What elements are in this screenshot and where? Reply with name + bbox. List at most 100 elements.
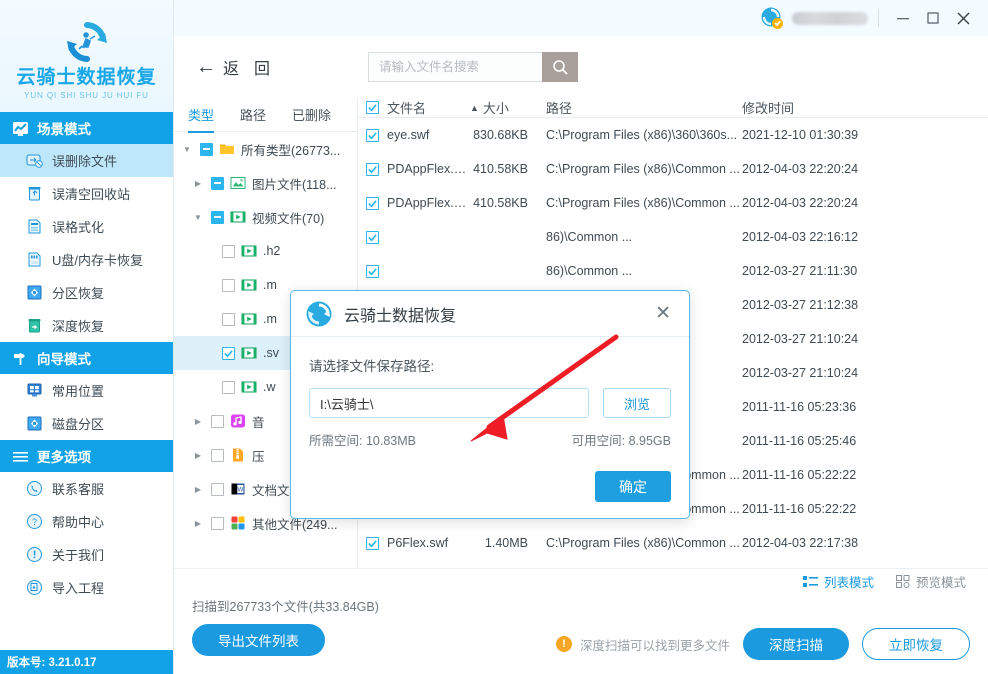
file-row[interactable]: eye.swf 830.68KB C:\Program Files (x86)\36…: [358, 118, 988, 152]
preview-mode-button[interactable]: 预览模式: [895, 572, 966, 591]
maximize-button[interactable]: [918, 3, 948, 33]
preview-mode-label: 预览模式: [915, 576, 966, 590]
sidebar-item-contact-support[interactable]: 联系客服: [0, 472, 173, 505]
recover-now-button[interactable]: 立即恢复: [862, 628, 970, 660]
file-size-cell: 830.68KB: [473, 128, 528, 142]
row-checkbox[interactable]: [366, 264, 379, 278]
video-icon: [241, 277, 257, 293]
row-checkbox[interactable]: [222, 380, 235, 394]
wizard-icon: [14, 352, 25, 365]
file-path-cell: 86)\Common ...: [546, 230, 633, 244]
tree-header-path[interactable]: 路径: [240, 105, 266, 124]
file-row[interactable]: 86)\Common ... 2012-04-03 22:16:12: [358, 220, 988, 254]
tree-header-type[interactable]: 类型: [188, 105, 215, 133]
sidebar-section-title: 场景模式: [37, 122, 91, 137]
dialog-close-button[interactable]: ✕: [649, 300, 677, 327]
row-checkbox[interactable]: [200, 142, 213, 156]
tree-twisty[interactable]: ▶: [191, 485, 205, 494]
list-mode-label: 列表模式: [823, 576, 874, 590]
file-path-cell: C:\Program Files (x86)\360\360s...: [546, 128, 738, 142]
tree-twisty[interactable]: ▶: [191, 417, 205, 426]
close-button[interactable]: [948, 3, 978, 33]
file-time-cell: 2011-11-16 05:23:36: [742, 400, 857, 414]
sidebar-item-help-center[interactable]: ? 帮助中心: [0, 505, 173, 538]
minimize-button[interactable]: [888, 3, 918, 33]
list-header-path[interactable]: 路径: [546, 98, 742, 117]
sidebar-item-label: 误格式化: [52, 220, 105, 235]
tree-row[interactable]: ▶ 图片文件(118...: [174, 166, 357, 200]
row-checkbox[interactable]: [366, 536, 379, 550]
file-row[interactable]: PDAppFlex.swf 410.58KB C:\Program Files (x…: [358, 186, 988, 220]
row-checkbox[interactable]: [211, 176, 224, 190]
tree-twisty[interactable]: ▼: [191, 213, 205, 222]
tree-header-deleted[interactable]: 已删除: [292, 105, 331, 124]
sidebar-item-deep-recovery[interactable]: 深度恢复: [0, 309, 173, 342]
row-checkbox[interactable]: [366, 128, 379, 142]
file-row[interactable]: 86)\Common ... 2012-03-27 21:11:30: [358, 254, 988, 288]
tree-row[interactable]: ▼ 所有类型(26773...: [174, 132, 357, 166]
row-checkbox[interactable]: [222, 346, 235, 360]
sidebar-item-empty-recycle-bin[interactable]: 误清空回收站: [0, 177, 173, 210]
save-path-dialog: 云骑士数据恢复 ✕ 请选择文件保存路径: 浏览 所需空间: 10.83MB 可用…: [290, 290, 690, 519]
sidebar-item-about-us[interactable]: 关于我们: [0, 538, 173, 571]
footer-right: ! 深度扫描可以找到更多文件 深度扫描 立即恢复: [555, 594, 970, 660]
tree-header-row: 类型 路径 已删除: [174, 98, 357, 133]
list-header-time[interactable]: 修改时间: [742, 98, 988, 117]
sidebar-item-import-project[interactable]: 导入工程: [0, 571, 173, 604]
deep-scan-button[interactable]: 深度扫描: [743, 628, 849, 660]
search-input[interactable]: [368, 52, 543, 82]
export-file-list-button[interactable]: 导出文件列表: [192, 624, 325, 656]
row-checkbox[interactable]: [222, 244, 235, 258]
sidebar-item-usb-card-recovery[interactable]: U盘/内存卡恢复: [0, 243, 173, 276]
tree-row[interactable]: .h2: [174, 234, 357, 268]
sidebar-item-label: 导入工程: [52, 581, 105, 596]
row-checkbox[interactable]: [211, 448, 224, 462]
confirm-button[interactable]: 确定: [595, 471, 671, 502]
row-checkbox[interactable]: [366, 162, 379, 176]
row-checkbox[interactable]: [211, 516, 224, 530]
phone-icon: [27, 481, 42, 496]
file-row[interactable]: PDAppFlex.swf 410.58KB C:\Program Files (x…: [358, 152, 988, 186]
tree-twisty[interactable]: ▶: [191, 179, 205, 188]
row-checkbox[interactable]: [222, 312, 235, 326]
sidebar-item-deleted-file[interactable]: 误删除文件: [0, 144, 173, 177]
row-checkbox[interactable]: [366, 196, 379, 210]
tree-row-label: 视频文件(70): [252, 211, 325, 226]
list-header-filename[interactable]: 文件名: [387, 98, 426, 117]
file-name-cell: eye.swf: [387, 128, 430, 142]
video-icon: [241, 379, 257, 395]
common-location-icon: [27, 383, 42, 397]
search-icon: [552, 59, 568, 75]
titlebar: [174, 0, 988, 36]
save-path-input[interactable]: [309, 388, 589, 418]
sidebar-item-partition-recovery[interactable]: 分区恢复: [0, 276, 173, 309]
sidebar-item-disk-partition[interactable]: 磁盘分区: [0, 407, 173, 440]
file-row[interactable]: P6Flex.swf 1.40MB C:\Program Files (x86)\C…: [358, 526, 988, 560]
tree-twisty[interactable]: ▶: [191, 519, 205, 528]
search-button[interactable]: [542, 52, 579, 82]
sidebar-section-wizard-mode: 向导模式: [0, 342, 173, 374]
select-all-checkbox[interactable]: [366, 101, 379, 114]
row-checkbox[interactable]: [211, 210, 224, 224]
deep-scan-hint-text: 深度扫描可以找到更多文件: [579, 638, 730, 653]
row-checkbox[interactable]: [222, 278, 235, 292]
tree-twisty[interactable]: ▼: [180, 145, 194, 154]
list-header-size[interactable]: ▲ 大小: [470, 98, 509, 117]
tree-twisty[interactable]: ▶: [191, 451, 205, 460]
file-row[interactable]: UWAFlex.swf1.07MBC:\Program Files (x86)\…: [358, 560, 988, 568]
row-checkbox[interactable]: [366, 230, 379, 244]
account-name: [792, 11, 868, 25]
version-label: 版本号: 3.21.0.17: [0, 650, 173, 674]
folder-icon: [219, 141, 235, 157]
row-checkbox[interactable]: [211, 482, 224, 496]
account-block[interactable]: [760, 6, 868, 30]
back-button[interactable]: ← 返 回: [190, 51, 276, 83]
sidebar-item-common-location[interactable]: 常用位置: [0, 374, 173, 407]
tree-row[interactable]: ▼ 视频文件(70): [174, 200, 357, 234]
list-mode-button[interactable]: 列表模式: [802, 572, 874, 591]
close-icon: [956, 11, 970, 25]
usb-card-icon: [28, 252, 41, 267]
browse-button[interactable]: 浏览: [603, 388, 671, 418]
row-checkbox[interactable]: [211, 414, 224, 428]
sidebar-item-format[interactable]: 误格式化: [0, 210, 173, 243]
